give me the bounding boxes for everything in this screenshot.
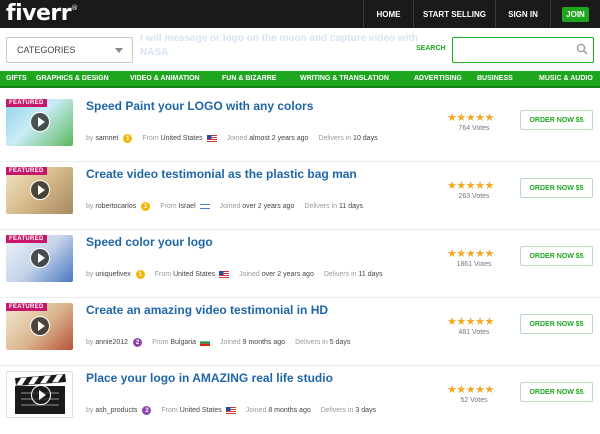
featured-badge: FEATURED bbox=[6, 235, 47, 243]
play-icon[interactable] bbox=[30, 248, 50, 268]
category-gifts[interactable]: GIFTS bbox=[6, 75, 27, 82]
category-graphics-design[interactable]: GRAPHICS & DESIGN bbox=[36, 75, 109, 82]
level-badge: 2 bbox=[142, 406, 152, 415]
featured-badge: FEATURED bbox=[6, 167, 47, 175]
gig-video-thumbnail[interactable] bbox=[6, 371, 73, 418]
seller-name[interactable]: uniquefivex bbox=[95, 271, 130, 278]
level-badge: 1 bbox=[123, 134, 133, 143]
gig-meta: by robertocarlos 1 From Israel Joined ov… bbox=[86, 202, 364, 211]
categories-dropdown[interactable]: CATEGORIES bbox=[6, 37, 133, 63]
joined-date: over 2 years ago bbox=[261, 271, 314, 278]
seller-name[interactable]: annie2012 bbox=[95, 339, 128, 346]
rating-stars: ★★★★★ bbox=[447, 248, 494, 260]
gig-title[interactable]: Speed Paint your LOGO with any colors bbox=[86, 99, 313, 113]
gig-meta: by samnet 1 From United States Joined al… bbox=[86, 134, 378, 143]
ghost-banner-text: I will message or logo on the moon and c… bbox=[140, 33, 418, 58]
flag-icon bbox=[200, 339, 211, 346]
gig-row: Place your logo in AMAZING real life stu… bbox=[0, 367, 600, 434]
featured-badge: FEATURED bbox=[6, 99, 47, 107]
rating-stars: ★★★★★ bbox=[447, 316, 494, 328]
category-advertising[interactable]: ADVERTISING bbox=[414, 75, 462, 82]
seller-country: United States bbox=[179, 407, 222, 414]
gig-title[interactable]: Speed color your logo bbox=[86, 235, 213, 249]
seller-name[interactable]: ash_products bbox=[95, 407, 137, 414]
gig-title[interactable]: Create video testimonial as the plastic … bbox=[86, 167, 357, 181]
delivery-time: 5 days bbox=[329, 339, 351, 346]
joined-date: over 2 years ago bbox=[242, 203, 295, 210]
joined-date: almost 2 years ago bbox=[249, 135, 309, 142]
seller-country: United States bbox=[160, 135, 203, 142]
gig-row: FEATURED Create an amazing video testimo… bbox=[0, 299, 600, 366]
category-business[interactable]: BUSINESS bbox=[477, 75, 513, 82]
delivery-time: 10 days bbox=[353, 135, 378, 142]
nav-join: JOIN bbox=[550, 0, 600, 28]
search-label: SEARCH bbox=[416, 45, 446, 52]
votes-count: 263 Votes bbox=[458, 193, 490, 200]
search-icon[interactable] bbox=[576, 43, 588, 55]
delivery-time: 3 days bbox=[355, 407, 376, 414]
chevron-down-icon bbox=[115, 48, 123, 53]
nav-sign-in[interactable]: SIGN IN bbox=[495, 0, 550, 28]
order-now-button[interactable]: ORDER NOW $5 bbox=[520, 178, 593, 198]
featured-badge: FEATURED bbox=[6, 303, 47, 311]
seller-name[interactable]: samnet bbox=[95, 135, 118, 142]
gig-meta: by ash_products 2 From United States Joi… bbox=[86, 406, 376, 415]
votes-count: 52 Votes bbox=[460, 397, 488, 404]
level-badge: 1 bbox=[141, 202, 151, 211]
category-music-audio[interactable]: MUSIC & AUDIO bbox=[539, 75, 593, 82]
order-now-button[interactable]: ORDER NOW $5 bbox=[520, 314, 593, 334]
flag-icon bbox=[225, 407, 236, 414]
search-row: CATEGORIES I will message or logo on the… bbox=[0, 28, 600, 70]
search-input[interactable] bbox=[452, 37, 594, 63]
gig-row: FEATURED Speed Paint your LOGO with any … bbox=[0, 95, 600, 162]
votes-count: 1861 Votes bbox=[456, 261, 492, 268]
flag-icon bbox=[219, 271, 230, 278]
join-button[interactable]: JOIN bbox=[562, 6, 589, 22]
fiverr-logo[interactable]: fiverr® bbox=[6, 1, 78, 26]
rating-stars: ★★★★★ bbox=[447, 180, 494, 192]
delivery-time: 11 days bbox=[358, 271, 383, 278]
category-menu-bar: GIFTS GRAPHICS & DESIGN VIDEO & ANIMATIO… bbox=[0, 71, 600, 88]
delivery-time: 11 days bbox=[339, 203, 364, 210]
joined-date: 8 months ago bbox=[268, 407, 311, 414]
gig-row: FEATURED Speed color your logo by unique… bbox=[0, 231, 600, 298]
joined-date: 9 months ago bbox=[242, 339, 286, 346]
votes-count: 481 Votes bbox=[458, 329, 490, 336]
gig-title[interactable]: Create an amazing video testimonial in H… bbox=[86, 303, 328, 317]
gig-title[interactable]: Place your logo in AMAZING real life stu… bbox=[86, 371, 333, 385]
seller-country: Bulgaria bbox=[170, 339, 197, 346]
rating-stars: ★★★★★ bbox=[447, 112, 494, 124]
gig-meta: by annie2012 2 From Bulgaria Joined 9 mo… bbox=[86, 338, 351, 347]
play-icon[interactable] bbox=[30, 112, 50, 132]
flag-icon bbox=[206, 135, 217, 142]
top-navigation-bar: fiverr® HOME START SELLING SIGN IN JOIN bbox=[0, 0, 600, 28]
votes-count: 764 Votes bbox=[458, 125, 490, 132]
play-icon[interactable] bbox=[30, 316, 50, 336]
order-now-button[interactable]: ORDER NOW $5 bbox=[520, 110, 593, 130]
seller-country: Israel bbox=[178, 203, 196, 210]
order-now-button[interactable]: ORDER NOW $5 bbox=[520, 246, 593, 266]
gig-row: FEATURED Create video testimonial as the… bbox=[0, 163, 600, 230]
level-badge: 1 bbox=[135, 270, 145, 279]
seller-country: United States bbox=[173, 271, 216, 278]
category-fun-bizarre[interactable]: FUN & BIZARRE bbox=[222, 75, 276, 82]
nav-start-selling[interactable]: START SELLING bbox=[413, 0, 495, 28]
seller-name[interactable]: robertocarlos bbox=[95, 203, 136, 210]
flag-icon bbox=[199, 203, 210, 210]
gig-meta: by uniquefivex 1 From United States Join… bbox=[86, 270, 383, 279]
order-now-button[interactable]: ORDER NOW $5 bbox=[520, 382, 593, 402]
category-video-animation[interactable]: VIDEO & ANIMATION bbox=[130, 75, 200, 82]
level-badge: 2 bbox=[133, 338, 143, 347]
category-writing-translation[interactable]: WRITING & TRANSLATION bbox=[300, 75, 389, 82]
categories-dropdown-label: CATEGORIES bbox=[17, 45, 76, 55]
nav-home[interactable]: HOME bbox=[363, 0, 413, 28]
rating-stars: ★★★★★ bbox=[447, 384, 494, 396]
play-icon[interactable] bbox=[31, 385, 51, 405]
play-icon[interactable] bbox=[30, 180, 50, 200]
